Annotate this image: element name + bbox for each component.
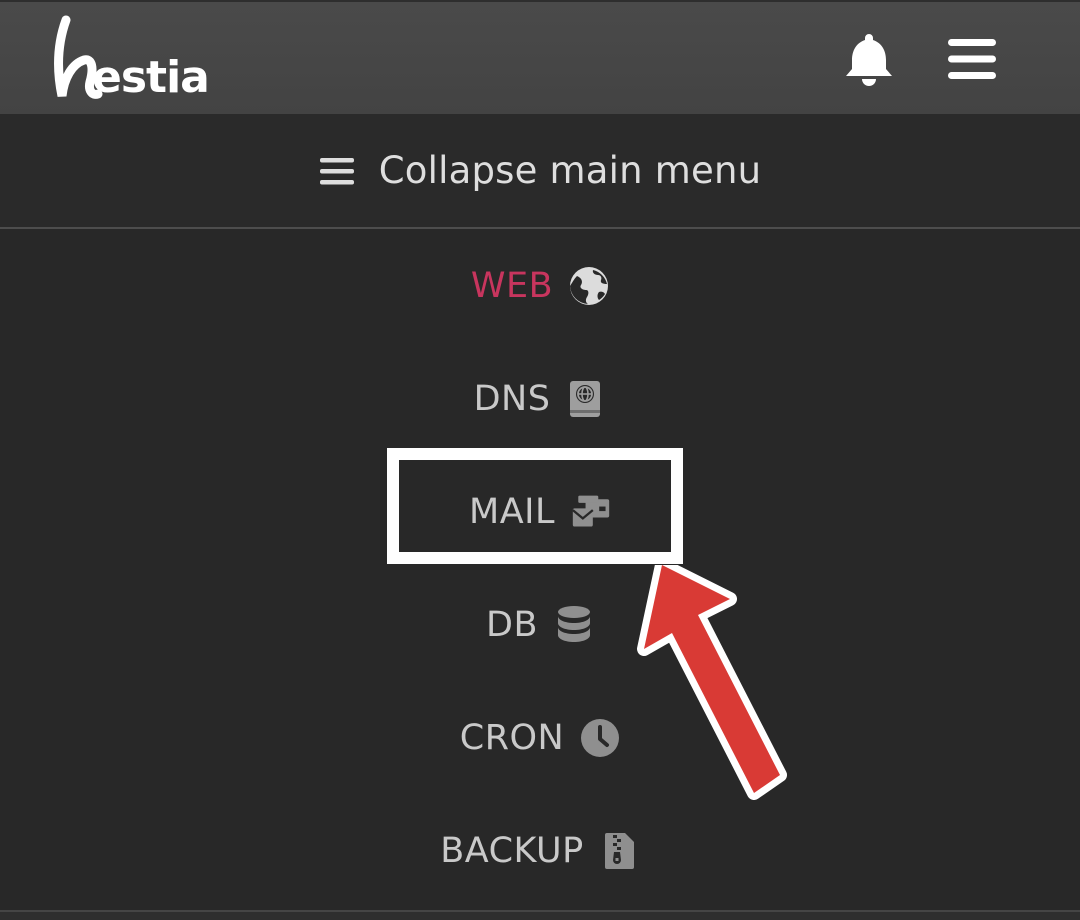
bell-icon[interactable] (840, 30, 898, 88)
menu-item-dns[interactable]: DNS (0, 342, 1080, 455)
logo-text: estia (92, 52, 209, 103)
top-header: estia (0, 0, 1080, 114)
file-archive-icon (604, 832, 634, 869)
menu-item-label: DB (486, 604, 538, 645)
menu-item-mail[interactable]: MAIL (0, 455, 1080, 568)
address-book-globe-icon (570, 380, 601, 417)
bottom-divider (0, 910, 1080, 920)
menu-item-label: WEB (470, 265, 554, 306)
menu-item-backup[interactable]: BACKUP (0, 794, 1080, 907)
hamburger-icon[interactable] (946, 36, 998, 82)
main-menu: WEB DNS MAIL DB CRON BACKUP (0, 229, 1080, 911)
collapse-main-menu-button[interactable]: Collapse main menu (0, 114, 1080, 229)
menu-item-label: DNS (473, 378, 551, 419)
menu-item-label: CRON (459, 717, 565, 758)
menu-item-label: MAIL (469, 491, 555, 532)
hamburger-icon (319, 157, 354, 184)
hestia-logo[interactable]: estia (52, 12, 222, 108)
clock-icon (581, 718, 620, 757)
database-icon (557, 605, 590, 642)
menu-item-cron[interactable]: CRON (0, 681, 1080, 794)
mail-bulk-icon (572, 495, 610, 527)
collapse-menu-label: Collapse main menu (378, 149, 762, 192)
menu-item-db[interactable]: DB (0, 568, 1080, 681)
menu-item-label: BACKUP (440, 830, 584, 871)
menu-item-web[interactable]: WEB (0, 229, 1080, 342)
globe-icon (570, 266, 609, 305)
